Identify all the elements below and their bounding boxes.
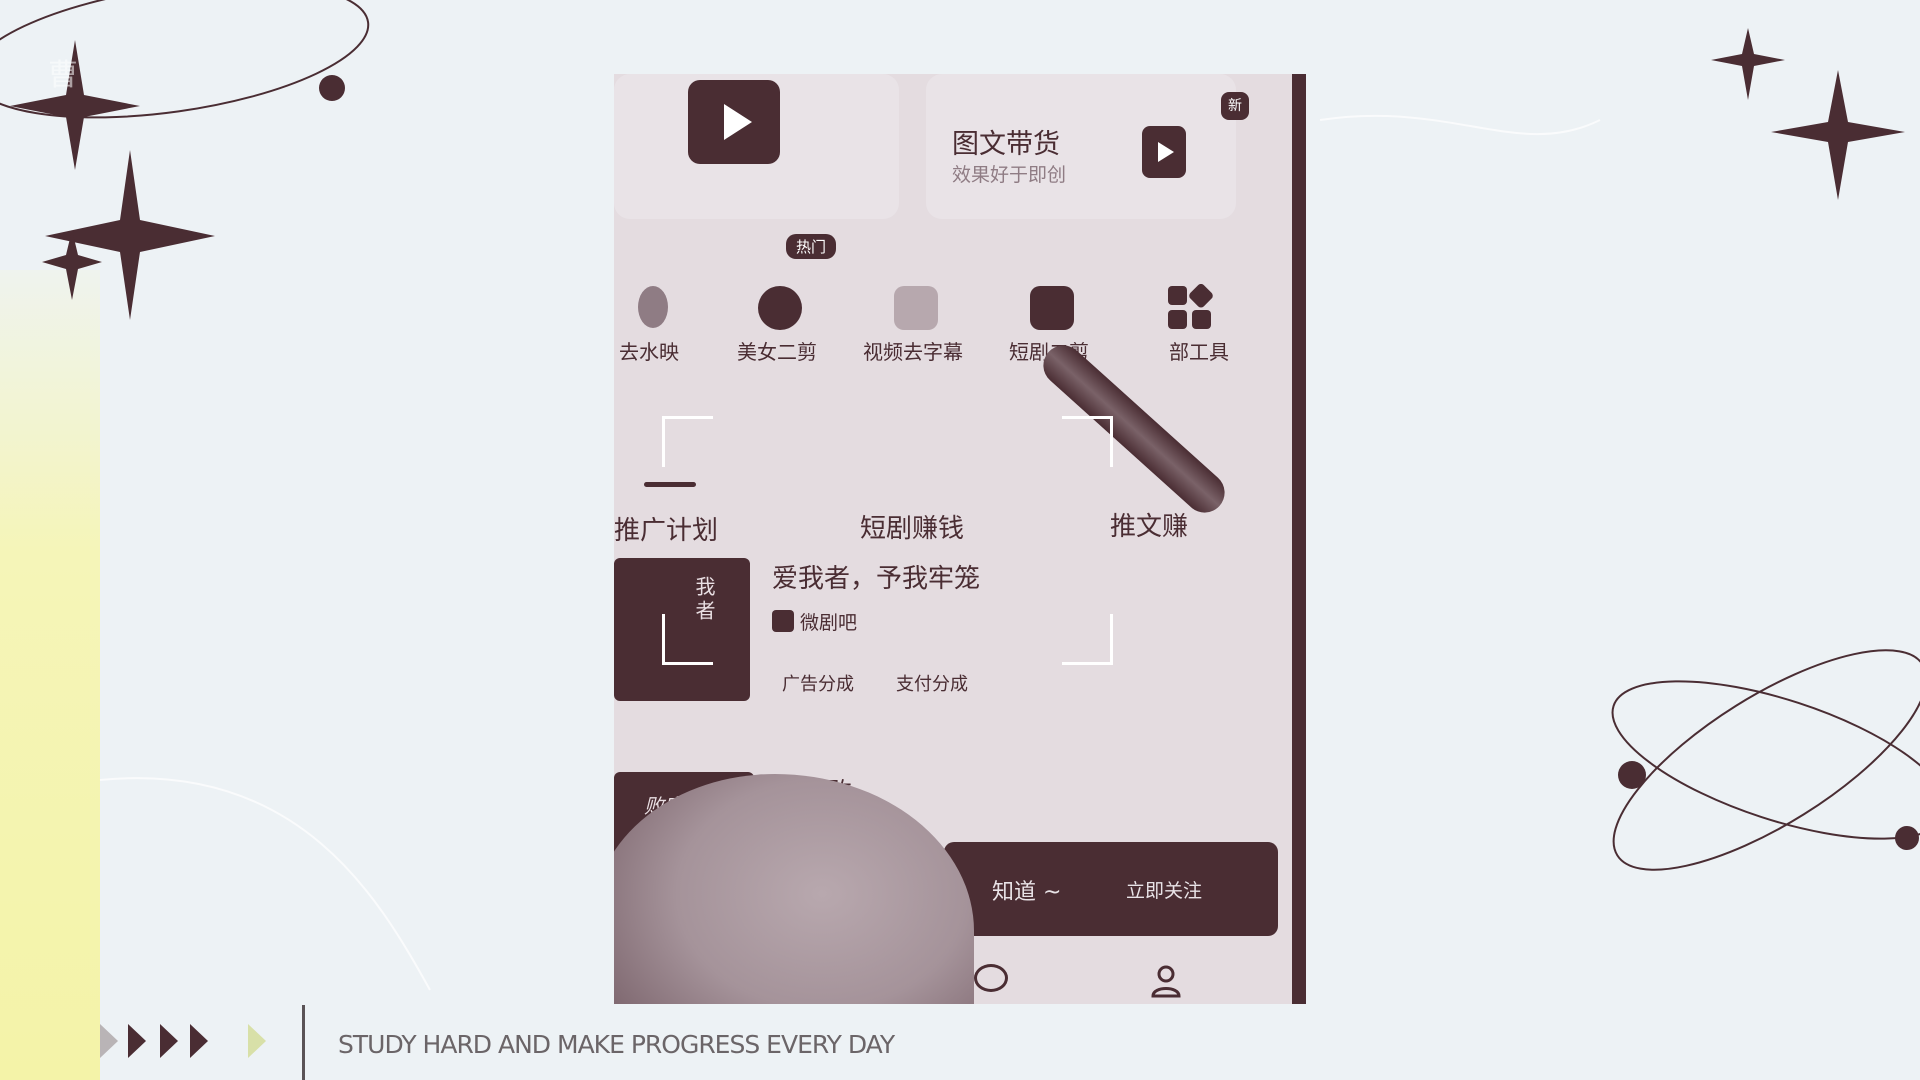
- play-icon: [688, 80, 780, 164]
- arrow-icon: [160, 1024, 178, 1058]
- drama-item[interactable]: 我者 爱我者，予我牢笼 微剧吧 广告分成 支付分成: [614, 558, 1294, 708]
- watermark-text: 曹: [48, 58, 80, 93]
- tool-all-tools[interactable]: 部工具: [1130, 244, 1240, 374]
- tool-watermark[interactable]: 去水映: [614, 244, 704, 374]
- tuwen-card[interactable]: 图文带货 效果好于即创 新: [926, 74, 1249, 219]
- tool-label: 去水映: [619, 340, 679, 364]
- arrow-icon: [248, 1024, 266, 1058]
- crop-icon: [1030, 286, 1074, 330]
- focus-bracket: [662, 614, 713, 665]
- chat-icon[interactable]: [974, 964, 1008, 992]
- focus-bracket: [1062, 416, 1113, 467]
- play-small-icon: [1142, 126, 1186, 178]
- tool-label: 美女二剪: [737, 340, 817, 364]
- grid-icon: [1168, 284, 1213, 329]
- video-card[interactable]: [614, 74, 899, 219]
- tag-pay-share: 支付分成: [896, 674, 968, 695]
- phone-edge: [1292, 74, 1306, 1004]
- face-icon: [758, 286, 802, 330]
- tab-promotion-plan[interactable]: 推广计划: [614, 510, 718, 547]
- follow-button[interactable]: 立即关注: [1126, 876, 1202, 903]
- arrow-icon: [128, 1024, 146, 1058]
- tool-remove-subtitle[interactable]: 视频去字幕: [858, 244, 968, 374]
- tag-ad-share: 广告分成: [782, 674, 854, 695]
- tab-drama-earn[interactable]: 短剧赚钱: [860, 508, 964, 545]
- new-badge: 新: [1221, 92, 1249, 120]
- tuwen-title: 图文带货: [952, 129, 1060, 160]
- subtitle-icon: [894, 286, 938, 330]
- left-yellow-band: [0, 270, 100, 1080]
- drama-title: 爱我者，予我牢笼: [772, 564, 981, 594]
- focus-bracket: [1062, 614, 1113, 665]
- footer-slogan: STUDY HARD AND MAKE PROGRESS EVERY DAY: [338, 1030, 895, 1059]
- tool-grid: 去水映 美女二剪 视频去字幕 短剧二剪 部工具: [614, 244, 1294, 384]
- tool-label: 视频去字幕: [863, 340, 963, 364]
- footer-divider: [302, 1005, 305, 1080]
- tab-article-earn[interactable]: 推文赚: [1110, 506, 1188, 543]
- focus-bracket: [662, 416, 713, 467]
- droplet-icon: [638, 286, 668, 328]
- user-icon[interactable]: [1149, 964, 1183, 998]
- tool-label: 部工具: [1169, 340, 1229, 364]
- tuwen-subtitle: 效果好于即创: [952, 164, 1067, 186]
- arrow-icon: [100, 1024, 118, 1058]
- app-icon: [772, 610, 794, 632]
- phone-screen: 图文带货 效果好于即创 新 热门 去水映 美女二剪 视频去字幕 短剧二剪: [614, 74, 1306, 1004]
- arrow-icon: [190, 1024, 208, 1058]
- drama-app-name: 微剧吧: [800, 612, 858, 634]
- tool-beauty-edit[interactable]: 美女二剪: [722, 244, 832, 374]
- follow-text: 知道 ~: [992, 880, 1062, 905]
- follow-banner: 知道 ~ 立即关注: [944, 842, 1278, 936]
- active-tab-indicator: [644, 482, 696, 487]
- bottom-nav: [964, 964, 1304, 1004]
